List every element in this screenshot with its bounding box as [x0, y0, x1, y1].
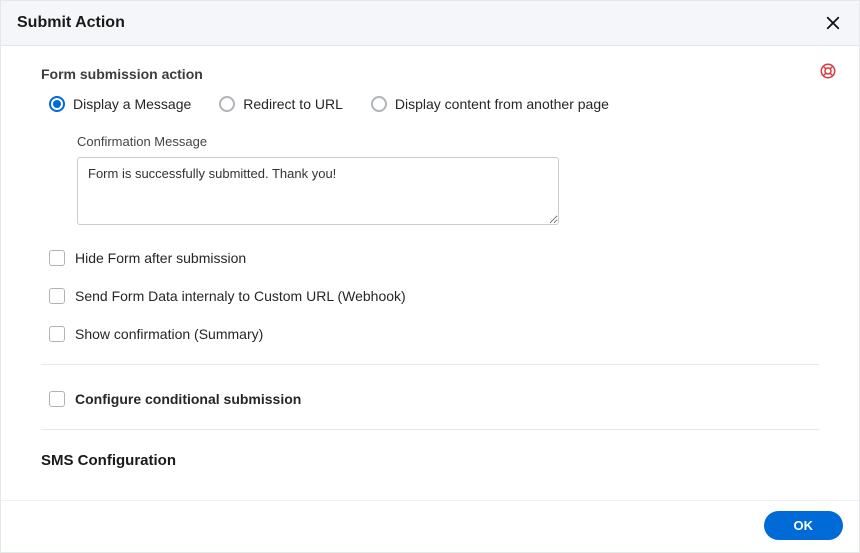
action-radio-group: Display a Message Redirect to URL Displa… [41, 96, 819, 112]
checkbox-conditional-submission[interactable]: Configure conditional submission [41, 391, 819, 407]
lifebuoy-icon [819, 62, 837, 80]
section-label-sms: SMS Configuration [41, 452, 819, 469]
divider [41, 364, 819, 365]
submit-action-dialog: Submit Action Form submission action [0, 0, 860, 553]
radio-redirect-url[interactable]: Redirect to URL [219, 96, 343, 112]
dialog-header: Submit Action [1, 1, 859, 46]
section-label-action: Form submission action [41, 66, 819, 82]
checkbox-label: Hide Form after submission [75, 250, 246, 266]
scroll-fade [1, 480, 859, 500]
radio-another-page[interactable]: Display content from another page [371, 96, 609, 112]
checkbox-icon [49, 250, 65, 266]
checkbox-icon [49, 288, 65, 304]
close-icon [824, 14, 842, 32]
radio-label: Redirect to URL [243, 96, 343, 112]
radio-label: Display a Message [73, 96, 191, 112]
checkbox-webhook[interactable]: Send Form Data internaly to Custom URL (… [41, 288, 819, 304]
checkbox-label: Show confirmation (Summary) [75, 326, 263, 342]
help-button[interactable] [819, 62, 837, 80]
radio-icon-selected [49, 96, 65, 112]
dialog-title: Submit Action [17, 14, 125, 32]
radio-label: Display content from another page [395, 96, 609, 112]
checkbox-icon [49, 326, 65, 342]
confirmation-textarea[interactable] [77, 157, 559, 225]
ok-button[interactable]: OK [764, 511, 844, 540]
checkbox-label: Send Form Data internaly to Custom URL (… [75, 288, 406, 304]
radio-icon [371, 96, 387, 112]
radio-display-message[interactable]: Display a Message [49, 96, 191, 112]
confirmation-label: Confirmation Message [77, 134, 819, 149]
dialog-body: Form submission action Display a Message… [1, 46, 859, 500]
radio-icon [219, 96, 235, 112]
checkbox-icon [49, 391, 65, 407]
checkbox-label: Configure conditional submission [75, 391, 301, 407]
close-button[interactable] [821, 11, 845, 35]
divider [41, 429, 819, 430]
checkbox-hide-form[interactable]: Hide Form after submission [41, 250, 819, 266]
checkbox-summary[interactable]: Show confirmation (Summary) [41, 326, 819, 342]
confirmation-block: Confirmation Message [41, 134, 819, 228]
dialog-footer: OK [1, 500, 859, 552]
